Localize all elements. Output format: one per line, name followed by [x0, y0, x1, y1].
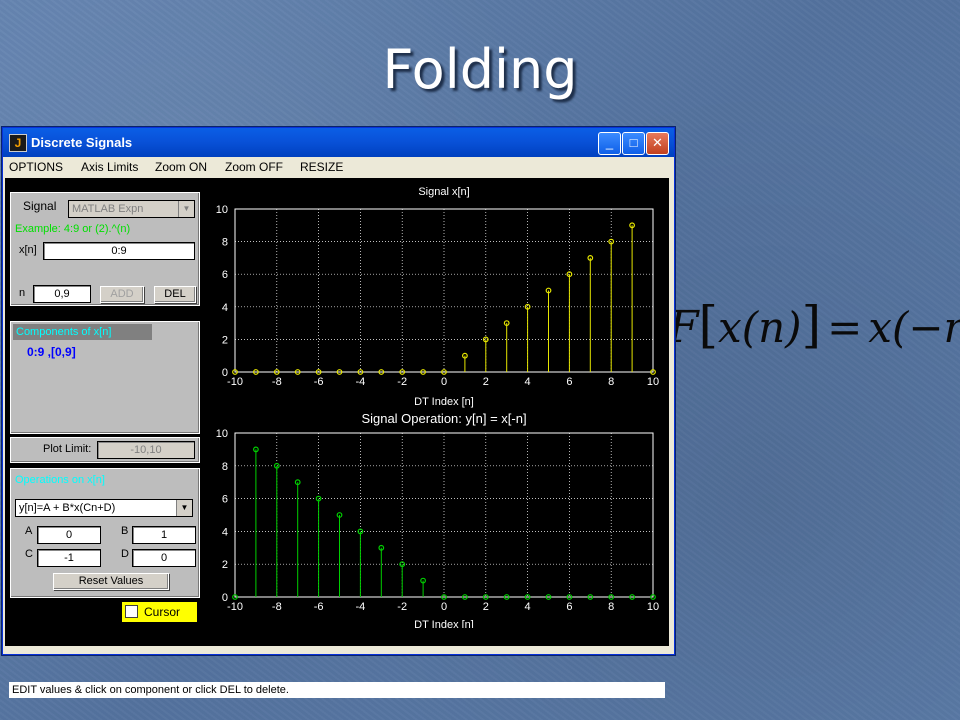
- maximize-button[interactable]: □: [622, 132, 645, 155]
- top-x-tick-label: 6: [566, 376, 572, 388]
- n-range-input[interactable]: 0,9: [33, 285, 91, 303]
- formula-argument: x(n): [718, 303, 802, 352]
- top-plot-title: Signal x[n]: [418, 186, 469, 198]
- bottom-y-tick-label: 2: [222, 559, 228, 571]
- add-button[interactable]: ADD: [100, 286, 144, 303]
- top-x-tick-label: 0: [441, 376, 447, 388]
- bottom-y-tick-label: 8: [222, 461, 228, 473]
- menu-zoom-off[interactable]: Zoom OFF: [225, 160, 283, 174]
- top-y-tick-label: 8: [222, 237, 228, 249]
- xn-expression-input[interactable]: 0:9: [43, 242, 195, 260]
- top-y-tick-label: 6: [222, 269, 228, 281]
- top-x-tick-label: 8: [608, 376, 614, 388]
- plot-limit-panel: Plot Limit: -10,10: [10, 437, 200, 463]
- component-item[interactable]: 0:9 ,[0,9]: [27, 345, 76, 359]
- param-b-input[interactable]: 1: [132, 526, 196, 544]
- operation-select[interactable]: y[n]=A + B*x(Cn+D) ▼: [15, 499, 193, 517]
- signal-type-value: MATLAB Expn: [72, 203, 144, 215]
- reset-values-button[interactable]: Reset Values: [53, 573, 169, 590]
- formula-equals: =: [827, 303, 863, 352]
- example-hint: Example: 4:9 or (2).^(n): [15, 223, 131, 235]
- folding-formula: F[x(n)]=x(−n): [668, 296, 960, 354]
- bottom-x-tick-label: 8: [608, 601, 614, 613]
- bottom-y-tick-label: 10: [216, 428, 228, 440]
- signal-label: Signal: [23, 199, 57, 213]
- operations-panel: Operations on x[n] y[n]=A + B*x(Cn+D) ▼ …: [10, 468, 200, 598]
- bottom-x-tick-label: 0: [441, 601, 447, 613]
- param-a-input[interactable]: 0: [37, 526, 101, 544]
- top-x-tick-label: 10: [647, 376, 659, 388]
- bottom-x-tick-label: 6: [566, 601, 572, 613]
- param-d-label: D: [121, 548, 129, 560]
- discrete-signals-window: J Discrete Signals _ □ ✕ OPTIONS Axis Li…: [2, 127, 675, 698]
- del-button[interactable]: DEL: [154, 286, 196, 303]
- top-x-tick-label: -4: [356, 376, 366, 388]
- top-y-tick-label: 10: [216, 204, 228, 216]
- top-x-tick-label: -10: [227, 376, 243, 388]
- bottom-y-tick-label: 0: [222, 592, 228, 604]
- cursor-toggle[interactable]: Cursor: [122, 602, 197, 622]
- param-a-label: A: [25, 525, 33, 537]
- bottom-x-axis-label: DT Index [n]: [414, 619, 474, 628]
- operations-header: Operations on x[n]: [15, 474, 105, 486]
- n-label: n: [19, 287, 26, 299]
- status-bar: EDIT values & click on component or clic…: [9, 682, 665, 698]
- bottom-plot-title: Signal Operation: y[n] = x[-n]: [361, 411, 526, 426]
- top-y-tick-label: 2: [222, 334, 228, 346]
- bottom-x-tick-label: 4: [525, 601, 531, 613]
- top-x-axis-label: DT Index [n]: [414, 396, 474, 408]
- top-y-tick-label: 0: [222, 367, 228, 379]
- bottom-x-tick-label: -4: [356, 601, 366, 613]
- menu-bar: OPTIONS Axis Limits Zoom ON Zoom OFF RES…: [3, 157, 674, 177]
- bottom-x-tick-label: -6: [314, 601, 324, 613]
- bottom-x-tick-label: -2: [397, 601, 407, 613]
- menu-resize[interactable]: RESIZE: [300, 160, 343, 174]
- param-c-input[interactable]: -1: [37, 549, 101, 567]
- signal-panel: Signal MATLAB Expn ▼ Example: 4:9 or (2)…: [10, 192, 200, 306]
- cursor-checkbox[interactable]: [125, 605, 138, 618]
- signal-plots[interactable]: Signal x[n] -10 -8 -6 -4 -2 0 2 4 6 8 10 0 2 4 6 8 10 DT I…: [205, 178, 669, 628]
- bottom-plot-signal-operation: Signal Operation: y[n] = x[-n] -10 -8 -6 -4 -…: [216, 411, 659, 628]
- cursor-label: Cursor: [144, 605, 181, 619]
- menu-axis-limits[interactable]: Axis Limits: [81, 160, 138, 174]
- xn-label: x[n]: [19, 244, 37, 256]
- figure-client-area: Signal MATLAB Expn ▼ Example: 4:9 or (2)…: [5, 178, 669, 698]
- bottom-y-tick-label: 6: [222, 494, 228, 506]
- components-panel: Components of x[n] 0:9 ,[0,9]: [10, 321, 200, 434]
- window-title: Discrete Signals: [31, 135, 133, 150]
- chevron-down-icon: ▼: [176, 500, 192, 516]
- bottom-x-tick-label: 10: [647, 601, 659, 613]
- top-y-tick-label: 4: [222, 302, 228, 314]
- formula-result: x(−n): [868, 303, 960, 352]
- param-b-label: B: [121, 525, 129, 537]
- window-titlebar[interactable]: J Discrete Signals _ □ ✕: [3, 128, 674, 157]
- menu-zoom-on[interactable]: Zoom ON: [155, 160, 207, 174]
- top-plot-signal-x: Signal x[n] -10 -8 -6 -4 -2 0 2 4 6 8 10 0 2 4 6 8 10 DT I…: [216, 186, 659, 408]
- top-x-tick-label: -2: [397, 376, 407, 388]
- components-header: Components of x[n]: [13, 324, 152, 340]
- param-c-label: C: [25, 548, 33, 560]
- signal-type-select[interactable]: MATLAB Expn ▼: [68, 200, 195, 218]
- bottom-y-tick-label: 4: [222, 526, 228, 538]
- operation-select-value: y[n]=A + B*x(Cn+D): [19, 502, 116, 514]
- top-x-tick-label: 4: [525, 376, 531, 388]
- top-x-tick-label: 2: [483, 376, 489, 388]
- top-x-tick-label: -8: [272, 376, 282, 388]
- top-x-tick-label: -6: [314, 376, 324, 388]
- close-button[interactable]: ✕: [646, 132, 669, 155]
- plot-limit-label: Plot Limit:: [43, 443, 92, 455]
- param-d-input[interactable]: 0: [132, 549, 196, 567]
- menu-options[interactable]: OPTIONS: [9, 160, 63, 174]
- slide-title: Folding: [382, 38, 578, 101]
- plot-limit-input[interactable]: -10,10: [97, 441, 195, 459]
- bottom-x-tick-label: 2: [483, 601, 489, 613]
- minimize-button[interactable]: _: [598, 132, 621, 155]
- bottom-x-tick-label: -10: [227, 601, 243, 613]
- chevron-down-icon: ▼: [178, 201, 194, 217]
- matlab-figure-icon: J: [9, 134, 27, 152]
- bottom-x-tick-label: -8: [272, 601, 282, 613]
